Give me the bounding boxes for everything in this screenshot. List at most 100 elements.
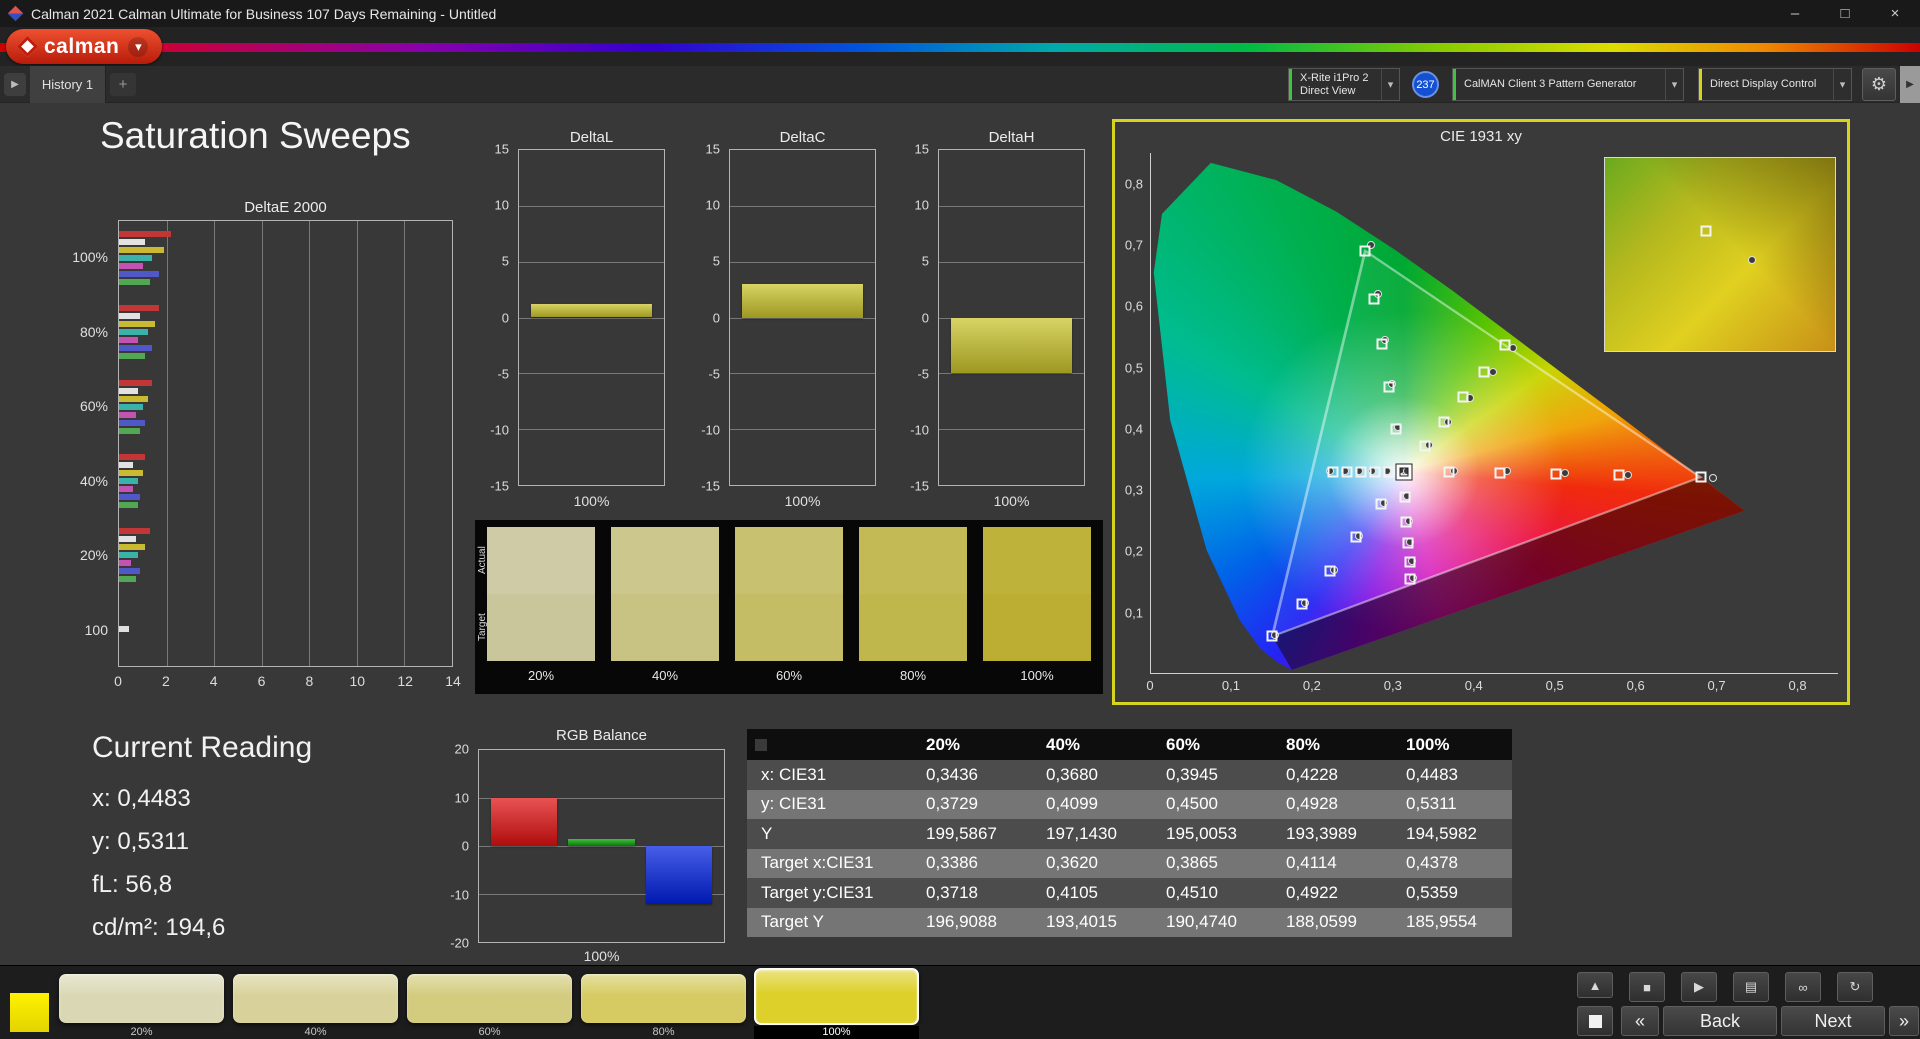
deltae-bar (119, 263, 143, 270)
table-cell: 0,3865 (1152, 848, 1272, 878)
gridline (730, 261, 875, 263)
cie-target-point (1695, 471, 1707, 483)
pattern-swatch-20%[interactable] (59, 974, 224, 1023)
y-axis-tick: 0,1 (1124, 605, 1143, 621)
green-bar (568, 838, 635, 846)
rgb-balance-title: RGB Balance (556, 727, 647, 744)
meter-dropdown[interactable]: X-Rite i1Pro 2 Direct View ▾ (1288, 68, 1400, 101)
pattern-swatch-label: 100% (754, 1026, 919, 1039)
display-control-label: Direct Display Control (1710, 78, 1817, 90)
swatch-label: 100% (1020, 668, 1054, 683)
table-cell: 0,3729 (912, 789, 1032, 819)
y-axis-tick: 0,4 (1124, 421, 1143, 437)
play-icon: ▶ (1694, 979, 1704, 994)
pattern-generator-dropdown[interactable]: CalMAN Client 3 Pattern Generator ▾ (1452, 68, 1684, 101)
back-arrow-button[interactable]: « (1621, 1006, 1659, 1036)
x-axis-tick: 0,3 (1383, 678, 1402, 693)
deltae-bar (119, 626, 129, 633)
eject-panel-button[interactable]: ▲ (1577, 972, 1613, 998)
back-button[interactable]: Back (1663, 1006, 1777, 1036)
swatch-column: 40% (611, 527, 719, 687)
deltah-x-label: 100% (993, 493, 1030, 509)
cie-target-point (1478, 366, 1489, 378)
y-axis-tick: 20 (454, 741, 469, 757)
cie-target-point (1350, 531, 1362, 543)
y-axis-tick: 5 (501, 253, 509, 269)
table-header-cell: 40% (1032, 729, 1152, 760)
table-cell: 197,1430 (1032, 819, 1152, 849)
settings-gear-button[interactable]: ⚙ (1862, 68, 1896, 101)
calman-app-window: Calman 2021 Calman Ultimate for Business… (0, 0, 1920, 1039)
pattern-swatch-60%[interactable] (407, 974, 572, 1023)
gridline (939, 429, 1084, 431)
deltae-bar (119, 477, 139, 484)
refresh-icon: ↻ (1849, 979, 1861, 994)
play-button[interactable]: ▶ (1681, 972, 1717, 1002)
target-swatch (487, 594, 595, 661)
gridline (519, 317, 664, 319)
next-button[interactable]: Next (1781, 1006, 1885, 1036)
save-button[interactable]: ▤ (1733, 972, 1769, 1002)
cie-measured-point (1560, 468, 1569, 477)
cie-target-point (1404, 573, 1416, 585)
deltah-y-axis: 15 10 5 0 -5 -10 -15 (890, 142, 934, 494)
deltae-bar (119, 469, 143, 476)
pattern-swatch-label: 60% (478, 1026, 501, 1038)
target-swatch (983, 594, 1091, 661)
cie-target-point (1404, 556, 1416, 568)
actual-swatch (859, 527, 967, 594)
minimize-button[interactable]: – (1770, 0, 1820, 27)
current-reading-x: x: 0,4483 (92, 785, 191, 812)
deltae-bar (119, 543, 146, 550)
cie-target-point (1327, 466, 1339, 478)
deltae-bar (119, 247, 165, 254)
add-tab-button[interactable]: + (110, 73, 136, 96)
deltae-bar (119, 403, 143, 410)
tab-history-1[interactable]: History 1 (30, 66, 106, 103)
y-axis-tick: 10 (705, 197, 720, 213)
cie-target-point (1438, 416, 1450, 428)
table-cell: 194,5982 (1392, 819, 1512, 849)
deltae-chart (118, 220, 453, 667)
deltae-bar (119, 485, 134, 492)
y-axis-tick: -15 (490, 478, 509, 494)
y-axis-tick: 5 (921, 253, 929, 269)
tab-scroll-button[interactable]: ▶ (4, 73, 26, 96)
table-cell: 0,3945 (1152, 760, 1272, 790)
y-axis-tick: 0,7 (1124, 237, 1143, 253)
cie-target-point (1383, 381, 1395, 393)
display-control-dropdown[interactable]: Direct Display Control ▾ (1698, 68, 1852, 101)
cie-measured-point (1509, 344, 1518, 353)
swatch-column: 60% (735, 527, 843, 687)
deltae-group-label: 20% (79, 547, 108, 564)
cie-target-point (1402, 537, 1414, 549)
deltae-bar (119, 501, 139, 508)
deltae-chart-title: DeltaE 2000 (244, 199, 327, 216)
refresh-button[interactable]: ↻ (1837, 972, 1873, 1002)
table-cell: 0,4099 (1032, 789, 1152, 819)
close-button[interactable]: × (1870, 0, 1920, 27)
calman-logo-icon (16, 35, 39, 58)
link-button[interactable]: ∞ (1785, 972, 1821, 1002)
pattern-swatch-100%[interactable] (754, 968, 919, 1025)
deltac-x-label: 100% (784, 493, 821, 509)
x-axis-tick: 0,6 (1626, 678, 1645, 693)
pattern-window-button[interactable] (1577, 1006, 1613, 1036)
pattern-swatch-80%[interactable] (581, 974, 746, 1023)
table-cell: 0,5359 (1392, 878, 1512, 908)
next-arrow-button[interactable]: » (1889, 1006, 1919, 1036)
deltae-bar (119, 567, 141, 574)
pattern-swatch-40%[interactable] (233, 974, 398, 1023)
swatch-label: 40% (651, 668, 679, 683)
maximize-button[interactable]: □ (1820, 0, 1870, 27)
header-square-icon (755, 738, 767, 751)
pattern-window-icon (1588, 1014, 1602, 1028)
stop-button[interactable]: ■ (1629, 972, 1665, 1002)
calman-menu-button[interactable]: calman ▾ (6, 29, 163, 64)
toolbar-overflow-button[interactable]: ▶ (1900, 66, 1920, 103)
table-cell: 0,4500 (1152, 789, 1272, 819)
table-cell: 0,4922 (1272, 878, 1392, 908)
x-axis-tick: 0,4 (1464, 678, 1483, 693)
deltae-bar (119, 305, 160, 312)
page-title: Saturation Sweeps (100, 115, 411, 156)
